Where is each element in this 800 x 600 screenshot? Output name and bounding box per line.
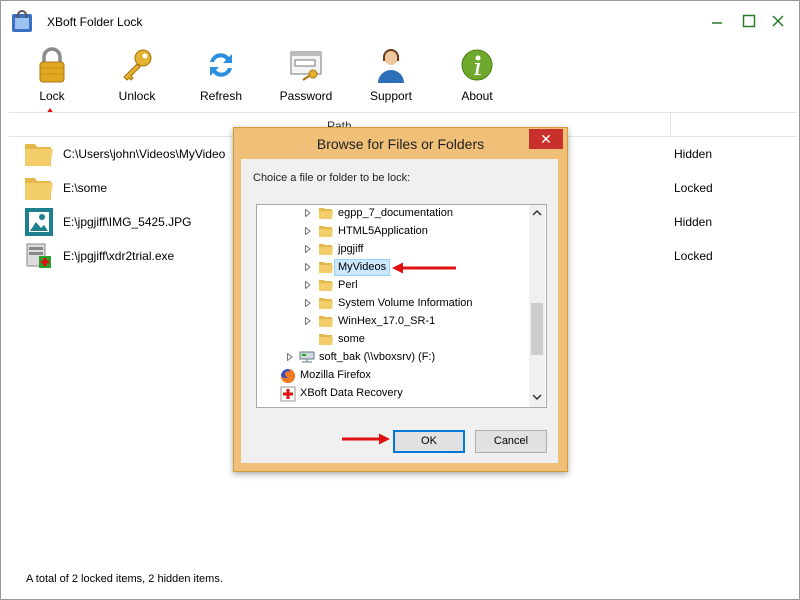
refresh-button[interactable]: Refresh [186,45,256,103]
row-status: Hidden [674,215,713,229]
about-label: About [461,89,493,103]
chevron-up-icon [532,209,542,216]
password-icon [271,45,341,85]
folder-icon [319,316,333,327]
refresh-icon [186,45,256,85]
tree-item-label: some [338,333,365,345]
chevron-right-icon [305,317,311,325]
row-path: C:\Users\john\Videos\MyVideo [63,147,226,161]
firefox-icon [281,369,295,383]
folder-icon [319,208,333,219]
key-icon [102,45,172,85]
tree-item-label: WinHex_17.0_SR-1 [338,315,436,327]
tree-item-label: XBoft Data Recovery [300,387,403,399]
image-file-icon [23,206,55,238]
column-separator [670,113,671,135]
chevron-right-icon [305,299,311,307]
unlock-label: Unlock [118,89,156,103]
folder-icon [319,280,333,291]
password-label: Password [279,89,333,103]
folder-icon [23,172,55,204]
close-icon: ✕ [540,131,552,147]
chevron-down-icon [532,394,542,401]
lock-label: Lock [39,89,65,103]
tree-item-label: jpgjiff [338,243,364,255]
network-drive-icon [299,351,315,363]
folder-icon [319,244,333,255]
padlock-icon [17,45,87,85]
refresh-label: Refresh [199,89,243,103]
folder-icon [23,138,55,170]
chevron-right-icon [305,263,311,271]
info-icon [442,45,512,85]
tree-item-label: Perl [338,279,358,291]
cancel-button[interactable]: Cancel [475,430,547,453]
title-bar: XBoft Folder Lock [1,1,799,41]
scrollbar-thumb[interactable] [531,303,543,355]
close-window-button[interactable] [768,11,788,31]
folder-icon [319,262,333,273]
window-title: XBoft Folder Lock [47,15,143,29]
minimize-button[interactable] [707,11,727,31]
dialog-title: Browse for Files or Folders [316,136,485,152]
app-logo-icon [10,10,34,37]
tree-item-label: System Volume Information [338,297,473,309]
recovery-icon [280,386,296,402]
annotation-arrow-ok [341,433,391,448]
ok-button[interactable]: OK [393,430,465,453]
row-path: E:\some [63,181,108,195]
row-status: Locked [674,249,713,263]
lock-button[interactable]: Lock [17,45,87,103]
tree-item-label: Mozilla Firefox [300,369,371,381]
row-status: Locked [674,181,713,195]
support-button[interactable]: Support [356,45,426,103]
installer-icon [23,240,55,272]
support-icon [356,45,426,85]
folder-icon [319,226,333,237]
maximize-button[interactable] [739,11,759,31]
unlock-button[interactable]: Unlock [102,45,172,103]
folder-tree[interactable]: egpp_7_documentation HTML5Application jp… [256,204,547,408]
row-path: E:\jpgjiff\xdr2trial.exe [63,249,175,263]
chevron-right-icon [305,245,311,253]
tree-item-label: egpp_7_documentation [338,207,453,219]
chevron-right-icon [305,209,311,217]
tree-item-label: MyVideos [334,259,391,276]
folder-icon [319,298,333,309]
row-path: E:\jpgjiff\IMG_5425.JPG [63,215,192,229]
dialog-body: Choice a file or folder to be lock: egpp… [241,159,558,463]
dialog-close-button[interactable]: ✕ [529,129,563,149]
app-window: XBoft Folder Lock Lock Unlock Refresh Pa… [0,0,800,600]
browse-dialog: Browse for Files or Folders ✕ Choice a f… [233,127,568,472]
tree-scrollbar[interactable] [529,205,545,407]
toolbar: Lock Unlock Refresh Password Support Abo… [1,45,799,111]
row-status: Hidden [674,147,713,161]
password-button[interactable]: Password [271,45,341,103]
tree-item-label: HTML5Application [338,225,428,237]
tree-item-label: soft_bak (\\vboxsrv) (F:) [319,351,436,363]
chevron-right-icon [305,227,311,235]
chevron-right-icon [287,353,293,361]
status-bar: A total of 2 locked items, 2 hidden item… [1,567,799,599]
annotation-arrow-myvideos [391,262,457,277]
folder-icon [319,334,333,345]
about-button[interactable]: About [442,45,512,103]
support-label: Support [369,89,413,103]
status-text: A total of 2 locked items, 2 hidden item… [26,573,223,585]
dialog-prompt: Choice a file or folder to be lock: [253,172,411,184]
chevron-right-icon [305,281,311,289]
